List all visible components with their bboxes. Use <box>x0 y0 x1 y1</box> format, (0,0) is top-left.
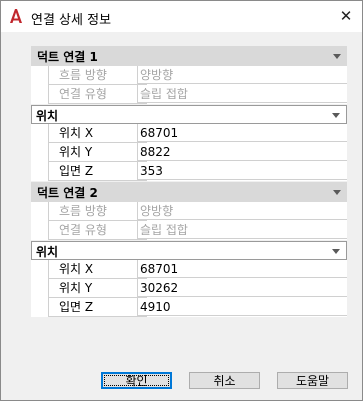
property-value: 양방향 <box>137 66 347 84</box>
section-header-duct-connection-2[interactable]: 덕트 연결 2 <box>31 182 347 202</box>
window-title: 연결 상세 정보 <box>31 13 112 28</box>
property-row-elevation-z[interactable]: 입면 Z 4910 <box>31 298 347 317</box>
property-row-connection-type: 연결 유형 슬립 접합 <box>31 85 347 104</box>
property-label: 연결 유형 <box>48 221 147 240</box>
collapse-caret-icon[interactable] <box>333 190 341 195</box>
property-row-flow-direction: 흐름 방향 양방향 <box>31 202 347 221</box>
property-row-position-y[interactable]: 위치 Y 8822 <box>31 143 347 162</box>
property-row-connection-type: 연결 유형 슬립 접합 <box>31 221 347 240</box>
cancel-button[interactable]: 취소 <box>189 372 260 389</box>
property-label: 위치 X <box>48 260 147 279</box>
section-title: 덕트 연결 2 <box>37 186 98 200</box>
property-label: 위치 Y <box>48 279 147 298</box>
section-header-duct-connection-1[interactable]: 덕트 연결 1 <box>31 46 347 66</box>
property-label: 위치 Y <box>48 143 147 162</box>
property-row-elevation-z[interactable]: 입면 Z 353 <box>31 162 347 181</box>
subsection-header-location-1[interactable]: 위치 <box>31 105 347 124</box>
property-label: 위치 X <box>48 124 147 143</box>
property-value: 양방향 <box>137 202 347 220</box>
property-label: 입면 Z <box>48 162 147 181</box>
property-label: 흐름 방향 <box>48 66 147 85</box>
property-row-flow-direction: 흐름 방향 양방향 <box>31 66 347 85</box>
property-value: 슬립 접합 <box>137 85 347 103</box>
subsection-header-location-2[interactable]: 위치 <box>31 241 347 260</box>
property-row-position-x[interactable]: 위치 X 68701 <box>31 124 347 143</box>
properties-panel: 덕트 연결 1 흐름 방향 양방향 연결 유형 슬립 접합 위치 위치 X 68… <box>31 46 347 330</box>
property-value[interactable]: 353 <box>137 162 347 180</box>
property-value[interactable]: 4910 <box>137 298 347 316</box>
collapse-caret-icon[interactable] <box>332 113 340 118</box>
close-icon[interactable]: ✕ <box>333 4 359 28</box>
property-value[interactable]: 68701 <box>137 124 347 142</box>
property-value[interactable]: 8822 <box>137 143 347 161</box>
property-label: 연결 유형 <box>48 85 147 104</box>
property-label: 입면 Z <box>48 298 147 317</box>
ok-button[interactable]: 확인 <box>101 372 172 389</box>
title-bar: 연결 상세 정보 ✕ <box>1 1 362 32</box>
subsection-title: 위치 <box>36 109 59 123</box>
subsection-title: 위치 <box>36 245 59 259</box>
property-row-position-y[interactable]: 위치 Y 30262 <box>31 279 347 298</box>
collapse-caret-icon[interactable] <box>333 54 341 59</box>
autocad-app-icon <box>10 9 22 23</box>
property-value: 슬립 접합 <box>137 221 347 239</box>
collapse-caret-icon[interactable] <box>332 249 340 254</box>
focus-rect <box>104 375 169 386</box>
property-value[interactable]: 30262 <box>137 279 347 297</box>
section-title: 덕트 연결 1 <box>37 50 98 64</box>
property-row-position-x[interactable]: 위치 X 68701 <box>31 260 347 279</box>
help-button[interactable]: 도움말 <box>277 372 348 389</box>
property-label: 흐름 방향 <box>48 202 147 221</box>
dialog-window: 연결 상세 정보 ✕ 덕트 연결 1 흐름 방향 양방향 연결 유형 슬립 접합… <box>0 0 363 401</box>
property-value[interactable]: 68701 <box>137 260 347 278</box>
